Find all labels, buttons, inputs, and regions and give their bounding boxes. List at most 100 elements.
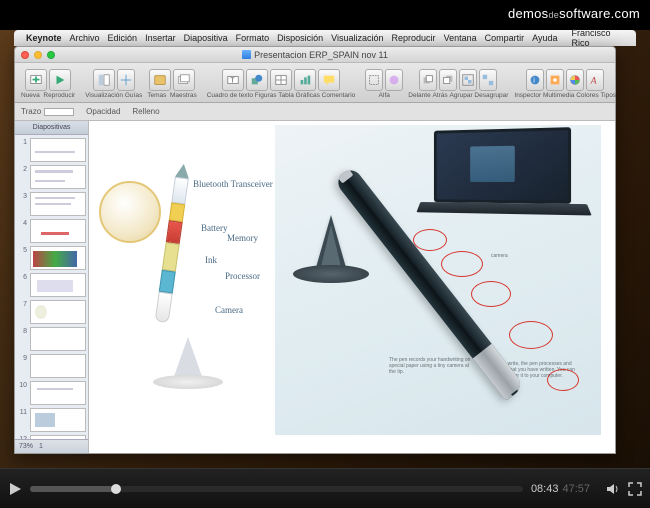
navigator-footer: 73% 1: [15, 439, 88, 453]
total-time: 47:57: [562, 483, 590, 495]
mac-menubar: Keynote Archivo Edición Insertar Diaposi…: [14, 30, 636, 46]
tb-label-alpha: Alfa: [379, 92, 390, 99]
view-button[interactable]: [93, 69, 115, 91]
document-icon: [242, 50, 251, 59]
stroke-control[interactable]: Trazo: [21, 107, 74, 116]
window-titlebar[interactable]: Presentacion ERP_SPAIN nov 11: [15, 47, 615, 63]
mask-button[interactable]: [365, 69, 383, 91]
shapes-button[interactable]: [246, 69, 268, 91]
tb-label-delante: Delante: [408, 92, 430, 99]
slide-thumb[interactable]: 8: [17, 327, 86, 351]
slide-count: 1: [39, 443, 43, 450]
tb-label-reproducir: Reproducir: [43, 92, 75, 99]
tb-label-agrupar: Agrupar: [449, 92, 472, 99]
tb-label-inspector: Inspector: [514, 92, 541, 99]
annotation-text-left: The pen records your handwriting on spec…: [389, 357, 473, 375]
opacity-control[interactable]: Opacidad: [86, 107, 120, 116]
label-bluetooth: Bluetooth Transceiver: [193, 179, 273, 189]
fill-control[interactable]: Relleno: [132, 107, 159, 116]
comment-button[interactable]: [318, 69, 340, 91]
tb-label-cuadro: Cuadro de texto: [207, 92, 253, 99]
tb-label-nueva: Nueva: [21, 92, 40, 99]
menu-ayuda[interactable]: Ayuda: [532, 33, 557, 43]
menu-disposicion[interactable]: Disposición: [277, 33, 323, 43]
progress-knob[interactable]: [111, 484, 121, 494]
front-button[interactable]: [419, 69, 437, 91]
svg-text:T: T: [230, 77, 235, 84]
charts-button[interactable]: [294, 69, 316, 91]
colors-button[interactable]: [566, 69, 584, 91]
tb-label-multimedia: Multimedia: [543, 92, 574, 99]
traffic-lights: [21, 51, 55, 59]
menu-ventana[interactable]: Ventana: [444, 33, 477, 43]
play-slideshow-button[interactable]: [49, 69, 71, 91]
group-button[interactable]: [459, 69, 477, 91]
slide-canvas[interactable]: Bluetooth Transceiver Battery Memory Ink…: [89, 121, 615, 453]
tb-label-colores: Colores: [576, 92, 598, 99]
slide-thumbnails[interactable]: 1 2 3 4 5 6 7 8 9 10 11 12 13 14: [15, 135, 88, 439]
masters-button[interactable]: [173, 69, 195, 91]
minimize-icon[interactable]: [34, 51, 42, 59]
close-icon[interactable]: [21, 51, 29, 59]
menu-visualizacion[interactable]: Visualización: [331, 33, 383, 43]
site-watermark: demosdesoftware.com: [508, 6, 640, 21]
menu-formato[interactable]: Formato: [236, 33, 270, 43]
tb-label-tabla: Tabla: [278, 92, 294, 99]
slide-thumb[interactable]: 6: [17, 273, 86, 297]
themes-button[interactable]: [149, 69, 171, 91]
progress-track[interactable]: [30, 486, 523, 492]
fonts-button[interactable]: A: [586, 69, 604, 91]
zoom-icon[interactable]: [47, 51, 55, 59]
app-menu[interactable]: Keynote: [26, 33, 62, 43]
zoom-level[interactable]: 73%: [19, 443, 33, 450]
callout-ring: [471, 281, 511, 307]
toolbar: Nueva Reproducir Visualización Guías Tem…: [15, 63, 615, 103]
slide-thumb[interactable]: 11: [17, 408, 86, 432]
textbox-button[interactable]: T: [222, 69, 244, 91]
tb-label-graficas: Gráficas: [296, 92, 320, 99]
navigator-header: Diapositivas: [15, 121, 88, 135]
table-button[interactable]: [270, 69, 292, 91]
pen-cutaway-graphic: [153, 163, 191, 333]
ungroup-button[interactable]: [479, 69, 497, 91]
slide-thumb[interactable]: 7: [17, 300, 86, 324]
menu-diapositiva[interactable]: Diapositiva: [184, 33, 228, 43]
menu-edicion[interactable]: Edición: [108, 33, 138, 43]
slide-navigator: Diapositivas 1 2 3 4 5 6 7 8 9 10 11 12 …: [15, 121, 89, 453]
menu-archivo[interactable]: Archivo: [70, 33, 100, 43]
slide-thumb[interactable]: 5: [17, 246, 86, 270]
menubar-user[interactable]: Francisco Rico: [571, 28, 630, 48]
label-memory: Memory: [227, 233, 258, 243]
watermark-pre: demos: [508, 6, 549, 21]
slide-thumb[interactable]: 1: [17, 138, 86, 162]
play-button[interactable]: [8, 482, 22, 496]
slide-thumb[interactable]: 9: [17, 354, 86, 378]
media-button[interactable]: [546, 69, 564, 91]
slide-thumb[interactable]: 2: [17, 165, 86, 189]
back-button[interactable]: [439, 69, 457, 91]
tb-label-temas: Temas: [147, 92, 166, 99]
callout-ring: [509, 321, 553, 349]
current-slide[interactable]: Bluetooth Transceiver Battery Memory Ink…: [95, 125, 601, 435]
alpha-button[interactable]: [385, 69, 403, 91]
inspector-button[interactable]: i: [526, 69, 544, 91]
slide-thumb[interactable]: 10: [17, 381, 86, 405]
tb-label-tipos: Tipos: [600, 92, 616, 99]
slide-right-photo: memory camera The pen records your handw…: [275, 125, 601, 435]
video-player-bar: 08:4347:57: [0, 468, 650, 508]
guides-button[interactable]: [117, 69, 135, 91]
lens-circle-graphic: [99, 181, 161, 243]
slide-thumb[interactable]: 3: [17, 192, 86, 216]
slide-thumb[interactable]: 4: [17, 219, 86, 243]
menu-insertar[interactable]: Insertar: [145, 33, 176, 43]
new-slide-button[interactable]: [25, 69, 47, 91]
watermark-mid: de: [548, 10, 559, 20]
fullscreen-icon[interactable]: [628, 482, 642, 496]
menu-compartir[interactable]: Compartir: [485, 33, 525, 43]
label-processor: Processor: [225, 271, 260, 281]
tb-label-visualizacion: Visualización: [85, 92, 123, 99]
document-title: Presentacion ERP_SPAIN nov 11: [15, 50, 615, 60]
menu-reproducir[interactable]: Reproducir: [392, 33, 436, 43]
volume-icon[interactable]: [606, 482, 620, 496]
format-bar: Trazo Opacidad Relleno: [15, 103, 615, 121]
